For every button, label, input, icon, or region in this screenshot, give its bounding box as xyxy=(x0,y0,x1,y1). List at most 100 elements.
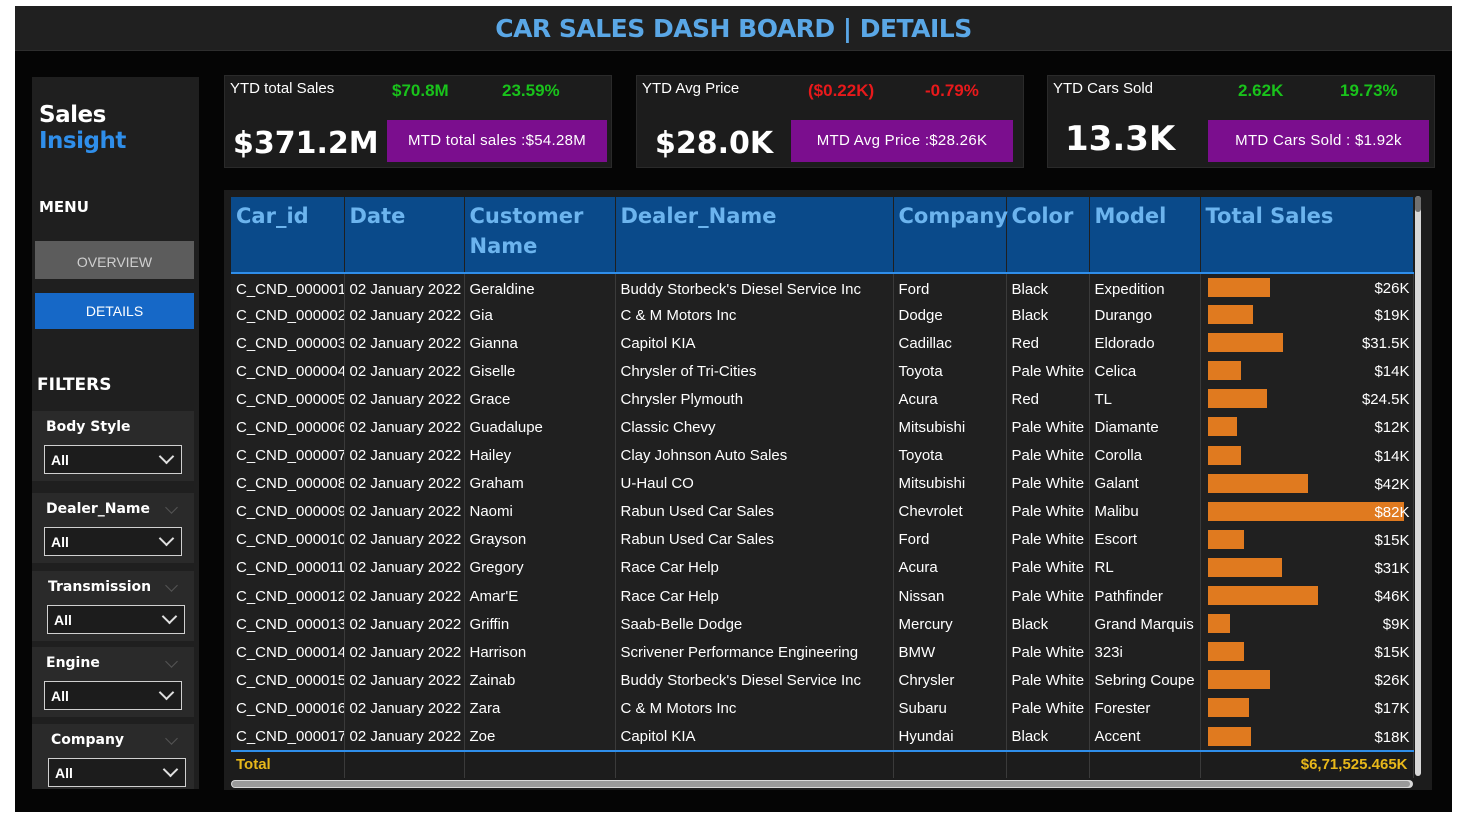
vertical-scrollbar[interactable] xyxy=(1415,196,1421,776)
company-cell: Ford xyxy=(893,525,1007,554)
sales-bar xyxy=(1207,614,1230,634)
column-header-car-id[interactable]: Car_id xyxy=(231,197,345,273)
table-row[interactable]: C_CND_000011 02 January 2022 Gregory Race C… xyxy=(231,553,1414,583)
table-row[interactable]: C_CND_000013 02 January 2022 Griffin Saab-B… xyxy=(231,610,1414,639)
table-row[interactable]: C_CND_000012 02 January 2022 Amar'E Race Ca… xyxy=(231,582,1414,611)
column-header-model[interactable]: Model xyxy=(1089,197,1201,273)
nav-overview-button[interactable]: OVERVIEW xyxy=(35,241,194,279)
kpi-mtd-badge: MTD total sales :$54.28M xyxy=(387,120,607,162)
dropdown-value: All xyxy=(54,612,72,628)
column-header-date[interactable]: Date xyxy=(344,197,465,273)
collapse-chevron-icon[interactable] xyxy=(165,655,178,668)
date-cell: 02 January 2022 xyxy=(344,441,465,470)
dealer-name-cell: Capitol KIA xyxy=(615,722,894,751)
company-dropdown[interactable]: All xyxy=(48,758,186,787)
body-style-dropdown[interactable]: All xyxy=(44,445,182,474)
sales-value-label: $15K xyxy=(1374,644,1410,662)
color-cell: Pale White xyxy=(1006,666,1090,695)
column-header-company[interactable]: Company xyxy=(893,197,1008,273)
nav-details-button[interactable]: DETAILS xyxy=(35,293,194,329)
total-sales-cell: $15K xyxy=(1200,525,1414,554)
table-row[interactable]: C_CND_000017 02 January 2022 Zoe Capitol KI… xyxy=(231,722,1414,751)
kpi-value: $371.2M xyxy=(233,126,379,161)
model-cell: Accent xyxy=(1089,722,1201,751)
date-cell: 02 January 2022 xyxy=(344,582,465,611)
chevron-down-icon xyxy=(158,530,175,547)
scrollbar-thumb[interactable] xyxy=(232,781,1410,787)
car-id-cell: C_CND_000003 xyxy=(231,329,345,358)
sales-value-label: $19K xyxy=(1374,307,1410,325)
table-row[interactable]: C_CND_000007 02 January 2022 Hailey Clay Jo… xyxy=(231,441,1414,470)
date-cell: 02 January 2022 xyxy=(344,357,465,386)
collapse-chevron-icon[interactable] xyxy=(165,579,178,592)
table-row[interactable]: C_CND_000014 02 January 2022 Harrison Scriv… xyxy=(231,638,1414,667)
dealer-name-dropdown[interactable]: All xyxy=(44,527,182,556)
kpi-ytd-cars-sold: YTD Cars Sold 2.62K 19.73% 13.3K MTD Car… xyxy=(1047,75,1435,168)
chevron-down-icon xyxy=(158,448,175,465)
sales-value-label: $14K xyxy=(1374,363,1410,381)
column-header-customer-name[interactable]: Customer Name xyxy=(464,197,616,273)
total-sales-value: $6,71,525.465K xyxy=(1200,749,1414,778)
model-cell: 323i xyxy=(1089,638,1201,667)
horizontal-scrollbar[interactable] xyxy=(231,780,1413,788)
sales-bar xyxy=(1207,586,1318,606)
kpi-mtd-badge: MTD Avg Price :$28.26K xyxy=(791,120,1013,162)
dealer-name-cell: Buddy Storbeck's Diesel Service Inc xyxy=(615,666,894,695)
dealer-name-cell: Saab-Belle Dodge xyxy=(615,610,894,639)
sales-value-label: $31.5K xyxy=(1361,335,1410,353)
dropdown-value: All xyxy=(51,688,69,704)
car-id-cell: C_CND_000017 xyxy=(231,722,345,751)
filter-label: Transmission xyxy=(48,579,152,595)
model-cell: Expedition xyxy=(1089,273,1201,302)
column-header-color[interactable]: Color xyxy=(1006,197,1090,273)
color-cell: Black xyxy=(1006,301,1090,330)
page-title: CAR SALES DASH BOARD | DETAILS xyxy=(495,14,972,43)
model-cell: Diamante xyxy=(1089,413,1201,442)
total-sales-cell: $9K xyxy=(1200,610,1414,639)
model-cell: Forester xyxy=(1089,694,1201,723)
collapse-chevron-icon[interactable] xyxy=(165,501,178,514)
transmission-dropdown[interactable]: All xyxy=(47,605,185,634)
dealer-name-cell: Chrysler of Tri-Cities xyxy=(615,357,894,386)
color-cell: Black xyxy=(1006,273,1090,302)
table-row[interactable]: C_CND_000003 02 January 2022 Gianna Capitol… xyxy=(231,329,1414,358)
table-row[interactable]: C_CND_000006 02 January 2022 Guadalupe Clas… xyxy=(231,413,1414,442)
total-sales-cell: $31.5K xyxy=(1200,329,1414,358)
engine-dropdown[interactable]: All xyxy=(44,681,182,710)
car-id-cell: C_CND_000002 xyxy=(231,301,345,330)
car-id-cell: C_CND_000009 xyxy=(231,497,345,526)
sales-bar xyxy=(1207,529,1244,549)
table-body: C_CND_000001 02 January 2022 Geraldine Budd… xyxy=(231,273,1414,751)
kpi-delta-percent: 23.59% xyxy=(502,81,560,100)
total-sales-cell: $19K xyxy=(1200,301,1414,330)
table-row[interactable]: C_CND_000004 02 January 2022 Giselle Chrysl… xyxy=(231,357,1414,386)
color-cell: Pale White xyxy=(1006,497,1090,526)
kpi-delta-value: ($0.22K) xyxy=(808,81,875,100)
company-cell: Dodge xyxy=(893,301,1007,330)
customer-name-cell: Gianna xyxy=(464,329,616,358)
table-row[interactable]: C_CND_000005 02 January 2022 Grace Chrysler… xyxy=(231,385,1414,414)
table-row[interactable]: C_CND_000008 02 January 2022 Graham U-Haul … xyxy=(231,469,1414,498)
sales-value-label: $9K xyxy=(1382,616,1410,634)
table-row[interactable]: C_CND_000016 02 January 2022 Zara C & M Mot… xyxy=(231,694,1414,723)
total-empty-cell xyxy=(1006,749,1090,778)
total-sales-cell: $12K xyxy=(1200,413,1414,442)
sales-bar xyxy=(1207,278,1270,297)
table-row[interactable]: C_CND_000001 02 January 2022 Geraldine Budd… xyxy=(231,273,1414,302)
customer-name-cell: Griffin xyxy=(464,610,616,639)
filter-transmission: Transmission All xyxy=(32,571,194,641)
table-row[interactable]: C_CND_000002 02 January 2022 Gia C & M Moto… xyxy=(231,301,1414,330)
table-row[interactable]: C_CND_000010 02 January 2022 Grayson Rabun … xyxy=(231,525,1414,554)
column-header-total-sales[interactable]: Total Sales xyxy=(1200,197,1414,273)
collapse-chevron-icon[interactable] xyxy=(165,732,178,745)
table-row[interactable]: C_CND_000015 02 January 2022 Zainab Buddy S… xyxy=(231,666,1414,695)
table-row[interactable]: C_CND_000009 02 January 2022 Naomi Rabun Us… xyxy=(231,497,1414,526)
color-cell: Pale White xyxy=(1006,638,1090,667)
model-cell: Corolla xyxy=(1089,441,1201,470)
total-label: Total xyxy=(231,749,345,778)
car-id-cell: C_CND_000004 xyxy=(231,357,345,386)
filter-engine: Engine All xyxy=(32,647,194,717)
color-cell: Pale White xyxy=(1006,357,1090,386)
scrollbar-thumb[interactable] xyxy=(1415,196,1421,212)
column-header-dealer-name[interactable]: Dealer_Name xyxy=(615,197,894,273)
